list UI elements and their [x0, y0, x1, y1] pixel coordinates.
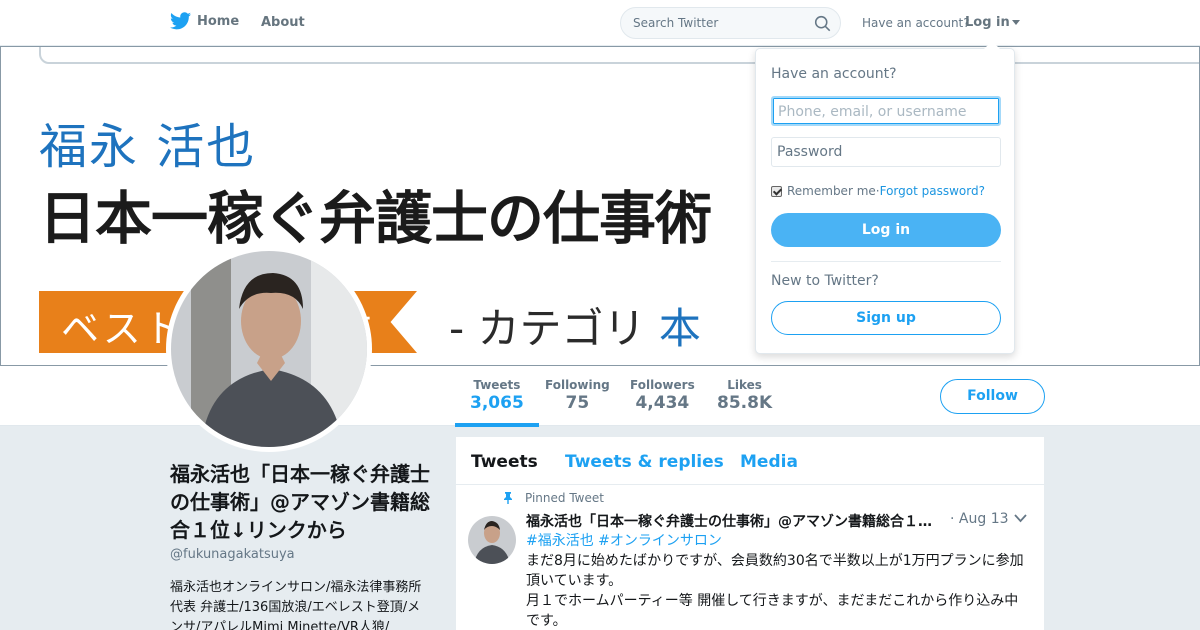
stat-label: Tweets — [473, 378, 521, 392]
stat-likes[interactable]: Likes 85.8K — [717, 378, 772, 413]
login-dropdown-toggle[interactable]: Log in — [965, 15, 1020, 30]
nav-home-label: Home — [197, 13, 240, 29]
nav-home-link[interactable]: Home — [170, 12, 239, 30]
stat-label: Following — [545, 378, 610, 392]
forgot-password-link[interactable]: Forgot password? — [880, 184, 985, 198]
caret-down-icon — [1011, 20, 1020, 25]
profile-name: 福永活也「日本一稼ぐ弁護士の仕事術」@アマゾン書籍総合１位↓リンクから — [170, 462, 430, 542]
login-toggle-label: Log in — [965, 15, 1010, 30]
pin-icon — [504, 492, 512, 504]
tweet-text-line: 月１でホームパーティー等 開催して行きますが、まだまだこれから作り込み中です。 — [526, 593, 1019, 629]
top-nav: Home About Search Twitter Have an accoun… — [0, 0, 1200, 46]
stat-value: 75 — [565, 393, 590, 413]
tweet-hashtags[interactable]: #福永活也 #オンラインサロン — [526, 531, 1031, 551]
stat-value: 3,065 — [470, 393, 524, 413]
timeline-tabs: Tweets Tweets & replies Media — [456, 437, 1044, 485]
stat-value: 4,434 — [635, 393, 690, 413]
timeline: Tweets Tweets & replies Media Pinned Twe… — [456, 437, 1044, 630]
username-field[interactable]: Phone, email, or username — [771, 96, 1001, 126]
follow-button[interactable]: Follow — [940, 379, 1045, 414]
search-input[interactable]: Search Twitter — [620, 7, 841, 39]
banner-category-prefix: - カテゴリ — [449, 304, 659, 353]
profile-avatar[interactable] — [166, 246, 372, 452]
login-dropdown: Have an account? Phone, email, or userna… — [755, 41, 1015, 354]
avatar-photo — [171, 251, 367, 447]
password-field[interactable]: Password — [771, 137, 1001, 167]
have-account-text: Have an account? — [862, 16, 970, 30]
tweet-body: #福永活也 #オンラインサロン まだ8月に始めたばかりですが、会員数約30名で半… — [526, 531, 1031, 630]
stat-value: 85.8K — [717, 393, 773, 413]
signup-button[interactable]: Sign up — [771, 301, 1001, 335]
stat-tweets[interactable]: Tweets 3,065 — [455, 378, 539, 427]
stat-following[interactable]: Following 75 — [545, 378, 610, 413]
new-to-twitter-text: New to Twitter? — [771, 273, 879, 289]
twitter-bird-icon — [170, 12, 191, 30]
tab-media[interactable]: Media — [740, 452, 798, 472]
tweet-author[interactable]: 福永活也「日本一稼ぐ弁護士の仕事術」@アマゾン書籍総合１位↓リンクから — [526, 511, 941, 531]
banner-category-highlight: 本 — [658, 304, 701, 353]
search-icon[interactable] — [814, 15, 831, 32]
remember-me-row: Remember me · Forgot password? — [771, 184, 985, 198]
profile-handle[interactable]: @fukunagakatsuya — [170, 547, 295, 562]
login-button[interactable]: Log in — [771, 213, 1001, 247]
dropdown-divider — [771, 261, 1001, 262]
tab-tweets-replies[interactable]: Tweets & replies — [565, 452, 724, 472]
search-placeholder: Search Twitter — [633, 16, 719, 30]
banner-category: - カテゴリ 本 — [449, 295, 701, 356]
chevron-down-icon[interactable] — [1014, 514, 1027, 523]
remember-me-checkbox[interactable] — [771, 185, 782, 197]
remember-me-label[interactable]: Remember me — [787, 184, 876, 198]
stat-label: Followers — [630, 378, 695, 392]
banner-author: 福永 活也 — [39, 119, 257, 175]
tweet-text-line: まだ8月に始めたばかりですが、会員数約30名で半数以上が1万円プランに参加頂いて… — [526, 553, 1024, 589]
tweet-avatar[interactable] — [468, 516, 516, 564]
profile-bio: 福永活也オンラインサロン/福永法律事務所代表 弁護士/136国放浪/エベレスト登… — [170, 580, 422, 630]
tweet-date[interactable]: · Aug 13 — [950, 511, 1009, 527]
nav-about-link[interactable]: About — [261, 15, 305, 30]
banner-book-title: 日本一稼ぐ弁護士の仕事術 — [39, 186, 712, 252]
stat-label: Likes — [727, 378, 762, 392]
password-placeholder: Password — [777, 144, 843, 160]
username-placeholder: Phone, email, or username — [778, 104, 967, 120]
tab-tweets[interactable]: Tweets — [471, 452, 538, 472]
pinned-label: Pinned Tweet — [525, 491, 604, 505]
tweet-avatar-photo — [468, 516, 516, 564]
banner-card-edge — [39, 47, 1199, 64]
dropdown-title: Have an account? — [771, 66, 897, 82]
stat-followers[interactable]: Followers 4,434 — [630, 378, 695, 413]
